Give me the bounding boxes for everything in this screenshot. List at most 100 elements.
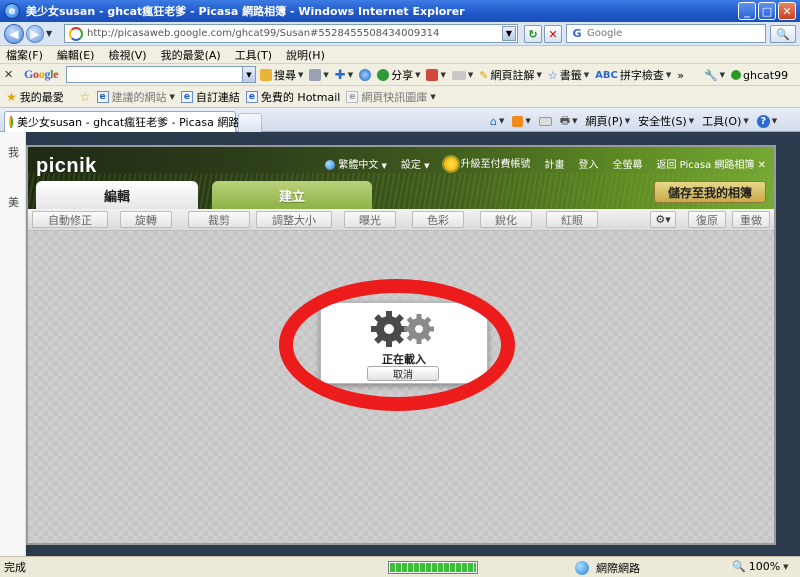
stop-button[interactable]: ✕ [544,25,562,43]
annotate-button[interactable]: ✎ 網頁註解 ▼ [479,67,542,83]
globe-button[interactable] [359,69,372,81]
mail-cmd-button[interactable] [538,116,552,126]
caret-icon: ▼ [381,161,387,170]
wrench-icon: 🔧 [703,68,718,82]
print-button[interactable]: 🖶 ▼ [560,112,578,131]
refresh-button[interactable]: ↻ [524,25,542,43]
tab-create[interactable]: 建立 [212,181,372,209]
tool-rotate[interactable]: 旋轉 [120,211,172,228]
printer-icon: 🖶 [559,113,571,127]
feeds-button[interactable]: ▼ [512,115,531,127]
security-zone[interactable]: 網際網路 [575,560,640,576]
address-dropdown-icon[interactable]: ▼ [502,26,516,41]
menu-favorites[interactable]: 我的最愛(A) [161,47,221,63]
caret-icon: ▼ [743,117,749,125]
zoom-control[interactable]: 🔍 100% ▼ [732,560,789,573]
google-search-dropdown-icon[interactable]: ▼ [242,67,255,82]
wrench-button[interactable]: 🔧 ▼ [704,69,725,82]
window-titlebar: e 美少女susan - ghcat瘋狂老爹 - Picasa 網路相簿 - W… [0,0,800,22]
back-button[interactable]: ◀ [4,23,24,44]
tool-settings-button[interactable]: ⚙ ▼ [650,211,676,228]
google-search-input[interactable]: ▼ [66,66,256,83]
ie-page-icon: e [346,90,359,103]
login-link[interactable]: 登入 [579,156,599,171]
menu-view[interactable]: 檢視(V) [108,47,146,63]
tools-menu[interactable]: 工具(O) ▼ [702,113,749,129]
user-button[interactable]: ghcat99 [731,69,788,82]
new-tab-button[interactable] [238,113,262,132]
tool-redeye[interactable]: 紅眼 [546,211,598,228]
caret-icon: ▼ [572,117,578,125]
menu-tools[interactable]: 工具(T) [235,47,272,63]
progress-bar [388,561,478,574]
address-url[interactable]: http://picasaweb.google.com/ghcat99/Susa… [87,28,439,39]
undo-button[interactable]: 復原 [688,211,726,228]
tool-colors[interactable]: 色彩 [412,211,464,228]
language-selector[interactable]: 繁體中文 ▼ [325,156,387,171]
fav-suggested-sites[interactable]: e 建議的網站 ▼ [96,89,175,105]
menu-help[interactable]: 說明(H) [286,47,325,63]
google-toolbar: ✕ Google ▼ 搜尋 ▼ ▼ ✚ ▼ 分享 ▼ ▼ ▼ ✎ 網頁註解 ▼ ☆ 書籤 ▼ … [0,64,800,86]
history-dropdown-icon[interactable]: ▼ [46,29,56,38]
share-button[interactable]: 分享 ▼ [377,67,420,83]
caret-icon: ▼ [347,71,354,79]
google-search-button[interactable]: 搜尋 ▼ [260,67,303,83]
popup-blocker-button[interactable]: ▼ [309,69,329,81]
tab-edit[interactable]: 編輯 [36,181,198,209]
plus-button[interactable]: ✚ ▼ [335,68,353,83]
tool-sharpen[interactable]: 銳化 [480,211,532,228]
browser-tab[interactable]: 美少女susan - ghcat瘋狂老爹 - Picasa 網路相簿 [4,111,261,132]
google-toolbar-items: 搜尋 ▼ ▼ ✚ ▼ 分享 ▼ ▼ ▼ ✎ 網頁註解 ▼ ☆ 書籤 ▼ ABC 拼字檢查 ▼ » … [260,66,788,84]
search-input[interactable] [587,28,757,39]
fav-custom-links[interactable]: e 自訂連結 [180,89,240,105]
spellcheck-label: 拼字檢查 [619,69,664,82]
plan-link[interactable]: 計畫 [545,156,565,171]
caret-icon: ▼ [430,92,436,101]
favorites-button[interactable]: ★ 我的最愛 [6,89,64,105]
menu-file[interactable]: 檔案(F) [6,47,43,63]
toolbar-close-icon[interactable]: ✕ [4,68,18,81]
close-button[interactable]: ✕ [778,2,796,20]
caret-icon: ▼ [771,117,778,125]
caret-icon: ▼ [498,117,505,125]
mail-button[interactable]: ▼ [451,70,473,80]
favorites-bar: ★ 我的最愛 ☆ e 建議的網站 ▼ e 自訂連結 e 免費的 Hotmail e 網頁快訊… [0,86,800,108]
search-go-button[interactable]: 🔍 [770,25,796,43]
settings-label: 設定 [400,159,421,171]
minimize-button[interactable]: _ [738,2,756,20]
save-to-album-button[interactable]: 儲存至我的相簿 [654,181,766,203]
tool-resize[interactable]: 調整大小 [256,211,332,228]
search-box[interactable]: G [566,24,766,43]
upgrade-link[interactable]: 升級至付費帳號 [443,155,531,171]
tab-favicon-icon [9,116,13,128]
tool-auto-fix[interactable]: 自動修正 [32,211,108,228]
safety-menu[interactable]: 安全性(S) ▼ [638,113,694,129]
caret-icon: ▼ [415,71,421,79]
maximize-button[interactable]: □ [758,2,776,20]
forward-button[interactable]: ▶ [26,24,44,43]
blog-button[interactable]: ▼ [426,69,446,81]
tool-crop[interactable]: 裁剪 [188,211,250,228]
back-to-picasa-link[interactable]: 返回 Picasa 網路相簿 ✕ [657,156,767,171]
fullscreen-link[interactable]: 全螢幕 [613,156,643,171]
tool-exposure[interactable]: 曝光 [344,211,396,228]
globe-icon [325,159,336,170]
tools-menu-label: 工具(O) [702,115,742,128]
caret-icon: ▼ [624,117,631,125]
fav-hotmail[interactable]: e 免費的 Hotmail [245,89,340,105]
google-search-label: 搜尋 [274,69,296,82]
address-bar[interactable]: http://picasaweb.google.com/ghcat99/Susa… [64,24,518,43]
redo-button[interactable]: 重做 [732,211,770,228]
settings-link[interactable]: 設定 ▼ [401,156,430,171]
underlying-text: 美 [8,196,19,209]
menu-edit[interactable]: 編輯(E) [57,47,95,63]
home-button[interactable]: ⌂ ▼ [490,115,504,128]
help-menu[interactable]: ? ▼ [756,114,778,128]
caret-icon: ▼ [323,71,329,79]
page-menu[interactable]: 網頁(P) ▼ [586,113,631,129]
spellcheck-button[interactable]: ABC 拼字檢查 ▼ [595,67,671,83]
bookmarks-button[interactable]: ☆ 書籤 ▼ [548,67,589,83]
fav-webslice-gallery[interactable]: e 網頁快訊圖庫 ▼ [346,89,436,105]
add-favorite-button[interactable]: ☆ [80,90,91,104]
more-button[interactable]: » [677,69,684,82]
